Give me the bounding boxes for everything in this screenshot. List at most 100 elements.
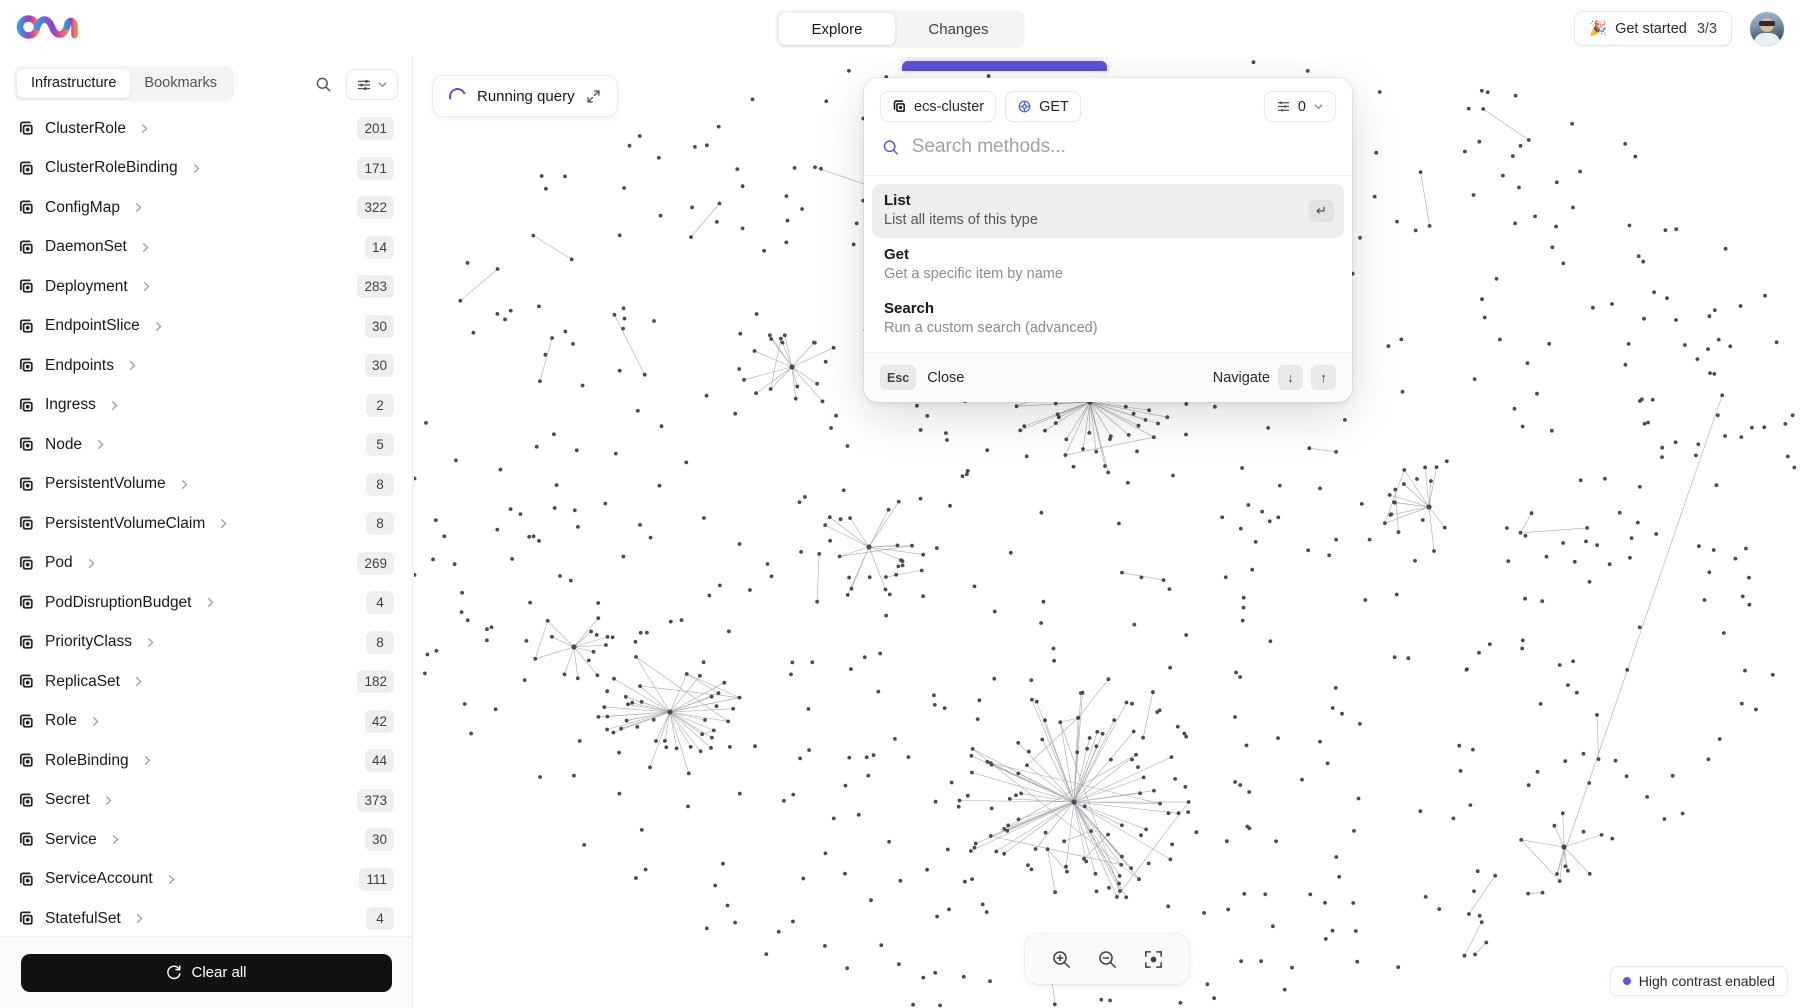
- chevron-right-icon[interactable]: [109, 833, 122, 846]
- chip-get-method[interactable]: GET: [1005, 91, 1081, 122]
- get-started-count: 3/3: [1696, 20, 1717, 37]
- sidebar-item-role[interactable]: Role 42: [0, 702, 412, 742]
- result-count-selector[interactable]: 0: [1263, 91, 1336, 122]
- method-title: Search: [884, 300, 935, 317]
- search-input[interactable]: [911, 136, 1334, 158]
- chevron-right-icon[interactable]: [178, 478, 191, 491]
- sidebar-item-daemonset[interactable]: DaemonSet 14: [0, 228, 412, 268]
- sidebar-item-statefulset[interactable]: StatefulSet 4: [0, 899, 412, 936]
- tab-explore[interactable]: Explore: [778, 13, 896, 45]
- resource-stack-icon: [18, 634, 35, 651]
- chevron-right-icon[interactable]: [144, 636, 157, 649]
- sidebar-item-ingress[interactable]: Ingress 2: [0, 386, 412, 426]
- sidebar-item-count: 8: [366, 630, 394, 654]
- sidebar-item-service[interactable]: Service 30: [0, 820, 412, 860]
- sidebar-item-count: 201: [357, 117, 394, 141]
- running-query-label: Running query: [477, 87, 575, 105]
- chevron-right-icon[interactable]: [217, 517, 230, 530]
- chevron-right-icon[interactable]: [132, 201, 145, 214]
- sidebar-item-node[interactable]: Node 5: [0, 425, 412, 465]
- sidebar-item-count: 5: [366, 433, 394, 457]
- sidebar-item-pod[interactable]: Pod 269: [0, 544, 412, 584]
- loading-spinner-icon: [446, 84, 469, 108]
- sidebar-item-poddisruptionbudget[interactable]: PodDisruptionBudget 4: [0, 583, 412, 623]
- chevron-right-icon[interactable]: [126, 359, 139, 372]
- chevron-right-icon[interactable]: [204, 596, 217, 609]
- enter-key-icon: ↵: [1309, 200, 1334, 222]
- chevron-right-icon[interactable]: [165, 873, 178, 886]
- method-item-list[interactable]: List List all items of this type ↵: [872, 184, 1344, 238]
- chevron-right-icon[interactable]: [140, 280, 153, 293]
- sidebar-item-clusterrole[interactable]: ClusterRole 201: [0, 109, 412, 149]
- chevron-right-icon[interactable]: [89, 715, 102, 728]
- sidebar-tab-bookmarks[interactable]: Bookmarks: [130, 69, 231, 98]
- sidebar-item-priorityclass[interactable]: PriorityClass 8: [0, 623, 412, 663]
- chevron-right-icon[interactable]: [132, 675, 145, 688]
- list-settings-icon: [1277, 101, 1290, 112]
- chevron-right-icon[interactable]: [108, 399, 121, 412]
- sidebar-item-serviceaccount[interactable]: ServiceAccount 111: [0, 860, 412, 900]
- sidebar-item-clusterrolebinding[interactable]: ClusterRoleBinding 171: [0, 149, 412, 189]
- sidebar-item-persistentvolumeclaim[interactable]: PersistentVolumeClaim 8: [0, 504, 412, 544]
- chevron-right-icon[interactable]: [85, 557, 98, 570]
- running-query-pill[interactable]: Running query: [432, 75, 618, 117]
- sidebar-item-endpointslice[interactable]: EndpointSlice 30: [0, 307, 412, 347]
- arrow-down-key[interactable]: ↓: [1278, 365, 1303, 390]
- sidebar-item-count: 30: [364, 354, 394, 378]
- tab-changes[interactable]: Changes: [895, 13, 1021, 45]
- sidebar-item-secret[interactable]: Secret 373: [0, 781, 412, 821]
- main-nav-tabs: Explore Changes: [775, 10, 1025, 48]
- chevron-right-icon[interactable]: [133, 912, 146, 925]
- sidebar-item-deployment[interactable]: Deployment 283: [0, 267, 412, 307]
- sidebar-item-configmap[interactable]: ConfigMap 322: [0, 188, 412, 228]
- chevron-right-icon[interactable]: [190, 162, 203, 175]
- clear-all-button[interactable]: Clear all: [20, 953, 392, 992]
- high-contrast-badge: High contrast enabled: [1609, 966, 1788, 996]
- chevron-right-icon[interactable]: [139, 241, 152, 254]
- overmind-logo[interactable]: [16, 10, 82, 44]
- method-item-get[interactable]: Get Get a specific item by name: [872, 238, 1344, 292]
- sidebar-tab-infrastructure[interactable]: Infrastructure: [17, 68, 131, 98]
- search-icon[interactable]: [310, 72, 336, 98]
- resource-type-list[interactable]: ClusterRole 201 ClusterRoleBinding 171 Con…: [0, 109, 412, 936]
- sidebar-item-count: 182: [357, 670, 394, 694]
- chevron-right-icon[interactable]: [141, 754, 154, 767]
- sidebar-item-count: 373: [357, 788, 394, 812]
- resource-stack-icon: [18, 910, 35, 927]
- esc-key[interactable]: Esc: [880, 365, 917, 390]
- resource-stack-icon: [18, 871, 35, 888]
- method-title: Get: [884, 246, 910, 263]
- sidebar-item-count: 322: [357, 196, 394, 220]
- method-subtitle: Run a custom search (advanced): [884, 320, 1098, 336]
- sidebar-item-rolebinding[interactable]: RoleBinding 44: [0, 741, 412, 781]
- avatar[interactable]: [1750, 12, 1784, 46]
- get-started-button[interactable]: 🎉 Get started 3/3: [1574, 11, 1732, 46]
- filter-button[interactable]: [346, 69, 398, 100]
- arrow-up-key[interactable]: ↑: [1311, 365, 1336, 390]
- chevron-right-icon[interactable]: [152, 320, 165, 333]
- chevron-right-icon[interactable]: [138, 122, 151, 135]
- hidden-search-bar-edge: [902, 61, 1107, 71]
- sidebar-item-label: DaemonSet: [45, 238, 127, 256]
- sidebar-item-label: PersistentVolume: [45, 475, 166, 493]
- sidebar-item-replicaset[interactable]: ReplicaSet 182: [0, 662, 412, 702]
- close-label: Close: [927, 369, 965, 386]
- zoom-in-icon[interactable]: [1046, 944, 1076, 974]
- sidebar-item-label: ServiceAccount: [45, 870, 153, 888]
- sidebar-item-label: PriorityClass: [45, 633, 132, 651]
- focus-center-icon[interactable]: [1138, 944, 1168, 974]
- chip-label: GET: [1039, 98, 1069, 115]
- chevron-right-icon[interactable]: [102, 794, 115, 807]
- sidebar-item-label: Role: [45, 712, 77, 730]
- chip-ecs-cluster[interactable]: ecs-cluster: [880, 91, 997, 122]
- sidebar-item-persistentvolume[interactable]: PersistentVolume 8: [0, 465, 412, 505]
- method-item-search[interactable]: Search Run a custom search (advanced): [872, 292, 1344, 346]
- chevron-right-icon[interactable]: [94, 438, 107, 451]
- status-dot: [1622, 977, 1631, 985]
- method-command-palette: ecs-cluster GET 0 Search methods... List…: [864, 78, 1352, 402]
- sidebar-item-count: 283: [357, 275, 394, 299]
- zoom-controls: [1025, 934, 1189, 984]
- zoom-out-icon[interactable]: [1092, 944, 1122, 974]
- sidebar-item-endpoints[interactable]: Endpoints 30: [0, 346, 412, 386]
- sidebar-item-label: Node: [45, 435, 83, 453]
